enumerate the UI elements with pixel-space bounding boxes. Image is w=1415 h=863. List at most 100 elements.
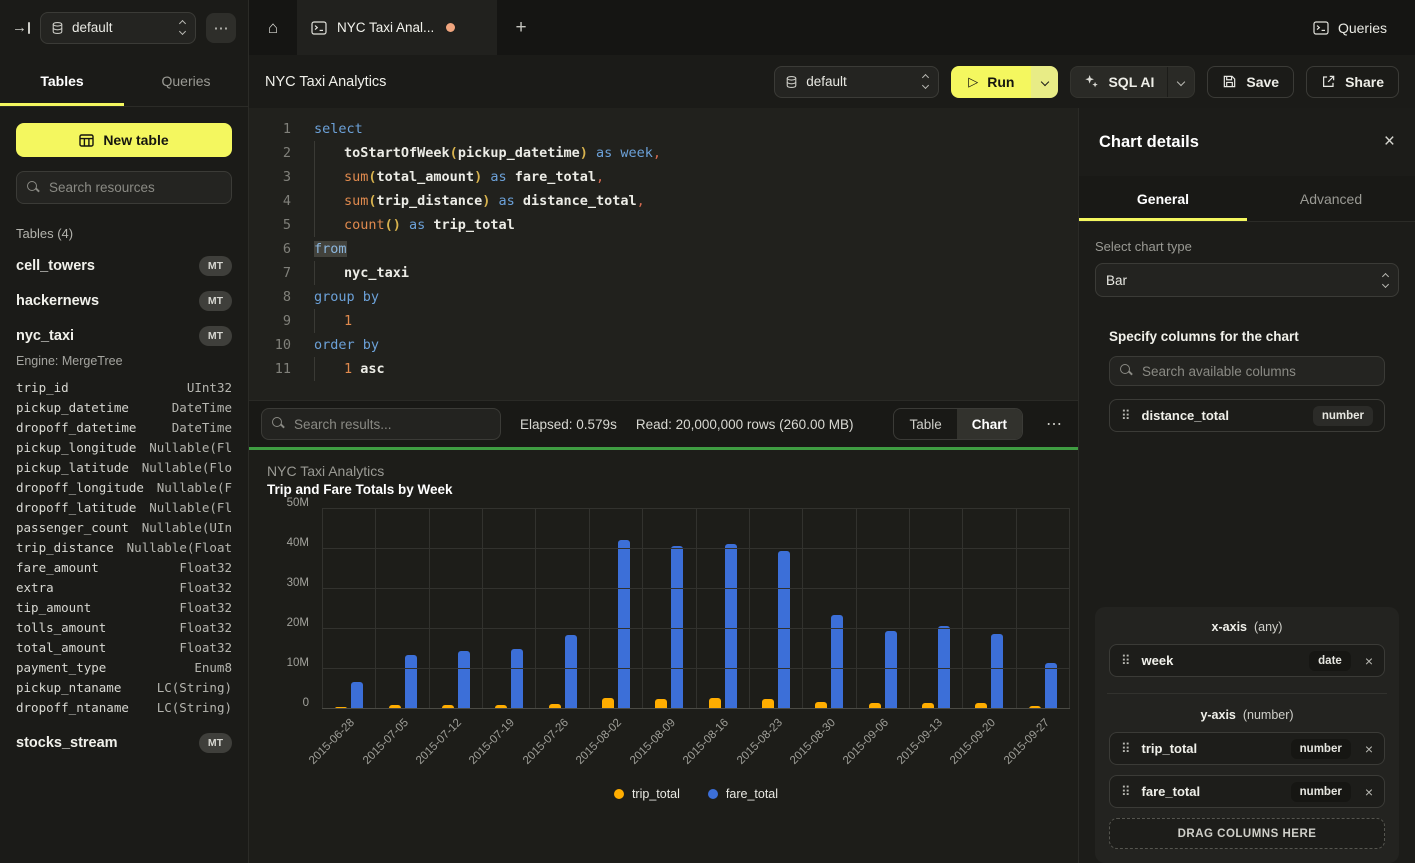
bar-group bbox=[322, 509, 375, 709]
column-chip-trip_total[interactable]: ⠿trip_totalnumber× bbox=[1109, 732, 1385, 765]
tab-general[interactable]: General bbox=[1079, 176, 1247, 221]
legend-item-trip_total[interactable]: trip_total bbox=[614, 787, 680, 801]
drop-zone[interactable]: DRAG COLUMNS HERE bbox=[1109, 818, 1385, 849]
x-tick-cell: 2015-09-20 bbox=[963, 709, 1016, 787]
bar-group bbox=[802, 509, 855, 709]
bar-fare_total bbox=[618, 540, 630, 709]
chart-type-value: Bar bbox=[1106, 273, 1127, 288]
column-name: pickup_ntaname bbox=[16, 678, 121, 698]
drag-handle-icon[interactable]: ⠿ bbox=[1121, 741, 1131, 757]
resource-search-input[interactable] bbox=[16, 171, 232, 204]
view-table-button[interactable]: Table bbox=[894, 409, 956, 439]
indent-guide bbox=[314, 309, 344, 333]
table-row-hackernews[interactable]: hackernews MT bbox=[16, 291, 232, 311]
bar-group bbox=[749, 509, 802, 709]
table-row-stocks-stream[interactable]: stocks_stream MT bbox=[16, 733, 232, 753]
column-type: Float32 bbox=[179, 638, 232, 658]
drag-handle-icon[interactable]: ⠿ bbox=[1121, 653, 1131, 669]
run-button[interactable]: ▷ Run bbox=[951, 66, 1031, 98]
line-number: 6 bbox=[261, 237, 291, 261]
x-tick-cell: 2015-08-09 bbox=[643, 709, 696, 787]
workspace-select[interactable]: default bbox=[40, 12, 196, 44]
tables-section-title: Tables (4) bbox=[16, 226, 232, 241]
drag-handle-icon[interactable]: ⠿ bbox=[1121, 408, 1131, 424]
sidebar-more-button[interactable]: ⋯ bbox=[206, 13, 236, 43]
tab-advanced[interactable]: Advanced bbox=[1247, 176, 1415, 221]
column-chip-week[interactable]: ⠿weekdate× bbox=[1109, 644, 1385, 677]
y-tick-label: 0 bbox=[303, 697, 309, 709]
save-button[interactable]: Save bbox=[1207, 66, 1294, 98]
sparkles-icon bbox=[1084, 74, 1099, 89]
active-query-tab[interactable]: NYC Taxi Anal... bbox=[297, 0, 497, 55]
table-row-nyc-taxi[interactable]: nyc_taxi MT bbox=[16, 326, 232, 346]
x-tick-cell: 2015-09-13 bbox=[910, 709, 963, 787]
view-chart-button[interactable]: Chart bbox=[957, 409, 1022, 439]
tab-tables[interactable]: Tables bbox=[0, 55, 124, 106]
drag-handle-icon[interactable]: ⠿ bbox=[1121, 784, 1131, 800]
indent-guide bbox=[314, 357, 344, 381]
engine-badge: MT bbox=[199, 733, 232, 753]
remove-column-icon[interactable]: × bbox=[1365, 784, 1373, 800]
sql-ai-button-group: SQL AI bbox=[1070, 66, 1195, 98]
bar-pair bbox=[762, 551, 790, 709]
new-table-button[interactable]: New table bbox=[16, 123, 232, 157]
sql-ai-button[interactable]: SQL AI bbox=[1071, 67, 1167, 97]
table-name: stocks_stream bbox=[16, 735, 118, 751]
columns-search-input[interactable] bbox=[1109, 356, 1385, 386]
home-button[interactable]: ⌂ bbox=[249, 0, 297, 55]
close-icon[interactable]: × bbox=[1384, 131, 1395, 153]
x-tick-cell: 2015-07-19 bbox=[482, 709, 535, 787]
queries-button[interactable]: Queries bbox=[1303, 0, 1415, 55]
bar-group bbox=[856, 509, 909, 709]
bar-groups bbox=[322, 509, 1070, 709]
bar-pair bbox=[495, 649, 523, 709]
x-tick-cell: 2015-07-05 bbox=[375, 709, 428, 787]
code-text: toStartOfWeek(pickup_datetime) as week, bbox=[314, 141, 661, 165]
indent-guide bbox=[314, 213, 344, 237]
x-tick-cell: 2015-09-27 bbox=[1016, 709, 1069, 787]
column-chip-fare_total[interactable]: ⠿fare_totalnumber× bbox=[1109, 775, 1385, 808]
x-axis-heading: x-axis (any) bbox=[1109, 620, 1385, 634]
x-tick-cell: 2015-07-26 bbox=[536, 709, 589, 787]
run-options-button[interactable] bbox=[1031, 66, 1058, 98]
table-row-cell-towers[interactable]: cell_towers MT bbox=[16, 256, 232, 276]
tab-queries[interactable]: Queries bbox=[124, 55, 248, 106]
bar-group bbox=[429, 509, 482, 709]
token-kw: as bbox=[490, 193, 523, 209]
remove-column-icon[interactable]: × bbox=[1365, 741, 1373, 757]
code-line: 7nyc_taxi bbox=[249, 261, 1078, 285]
bar-fare_total bbox=[831, 615, 843, 709]
results-search-input[interactable] bbox=[261, 408, 501, 440]
sql-ai-options-button[interactable] bbox=[1167, 67, 1194, 97]
chart-type-select[interactable]: Bar bbox=[1095, 263, 1399, 297]
schema-column-row: pickup_ntanameLC(String) bbox=[16, 678, 232, 698]
line-number: 10 bbox=[261, 333, 291, 357]
sidebar: → default ⋯ Tables Queries New table Tab… bbox=[0, 0, 249, 863]
engine-badge: MT bbox=[199, 256, 232, 276]
schema-column-row: dropoff_datetimeDateTime bbox=[16, 418, 232, 438]
sidebar-header: → default ⋯ bbox=[0, 0, 248, 55]
schema-column-row: trip_distanceNullable(Float bbox=[16, 538, 232, 558]
token-kw: as bbox=[401, 217, 434, 233]
bar-pair bbox=[869, 631, 897, 709]
bar-group bbox=[589, 509, 642, 709]
column-type: Nullable(F bbox=[157, 478, 232, 498]
collapse-sidebar-icon[interactable]: → bbox=[12, 20, 30, 35]
column-chip-distance_total[interactable]: ⠿distance_totalnumber bbox=[1109, 399, 1385, 432]
new-tab-button[interactable]: + bbox=[497, 0, 545, 55]
share-button[interactable]: Share bbox=[1306, 66, 1399, 98]
remove-column-icon[interactable]: × bbox=[1365, 653, 1373, 669]
column-name: fare_amount bbox=[16, 558, 99, 578]
column-name: pickup_latitude bbox=[16, 458, 129, 478]
sql-editor[interactable]: 1select2toStartOfWeek(pickup_datetime) a… bbox=[249, 108, 1078, 400]
table-icon bbox=[79, 134, 94, 147]
legend-item-fare_total[interactable]: fare_total bbox=[708, 787, 778, 801]
y-axis-chips: ⠿trip_totalnumber× ⠿fare_totalnumber× bbox=[1109, 732, 1385, 808]
results-more-button[interactable]: ⋯ bbox=[1042, 414, 1066, 434]
terminal-icon bbox=[1313, 21, 1329, 35]
column-type: Nullable(Fl bbox=[149, 498, 232, 518]
table-name: cell_towers bbox=[16, 258, 95, 274]
database-select[interactable]: default bbox=[774, 66, 939, 98]
bar-glyph bbox=[28, 22, 30, 34]
x-tick-cell: 2015-06-28 bbox=[322, 709, 375, 787]
